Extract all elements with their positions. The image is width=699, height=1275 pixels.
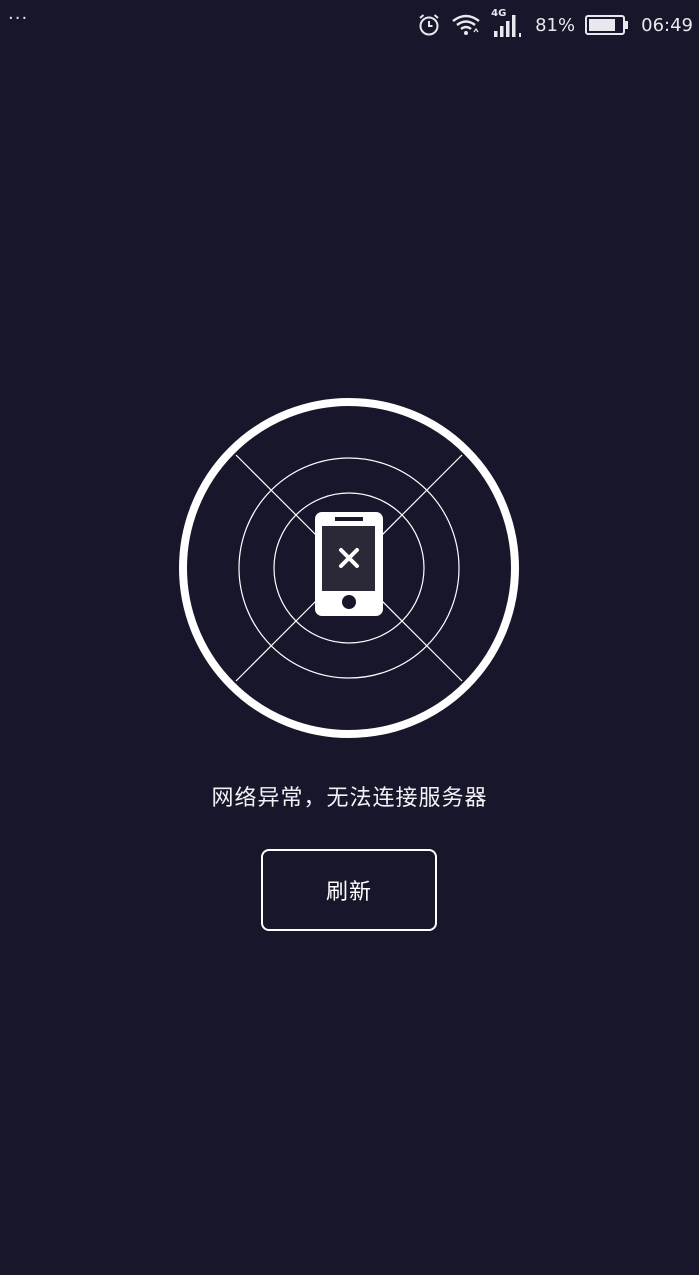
status-time: 06:49 — [641, 14, 693, 36]
diagonal-line — [375, 454, 463, 542]
status-icons: 4G 81% 06:49 — [417, 8, 693, 40]
status-bar: ··· 4G 81% 06:49 — [0, 0, 699, 48]
error-message: 网络异常，无法连接服务器 — [211, 786, 488, 811]
diagonal-line — [235, 594, 323, 682]
refresh-button[interactable]: 刷新 — [261, 849, 437, 931]
alarm-icon — [419, 14, 439, 36]
phone-disconnected-icon — [315, 512, 383, 616]
wifi-icon — [452, 14, 480, 35]
menu-dots-icon[interactable]: ··· — [8, 10, 28, 28]
diagonal-line — [235, 454, 323, 542]
diagonal-line — [375, 594, 463, 682]
network-error-illustration — [179, 398, 519, 738]
cellular-signal-icon: 4G — [491, 8, 525, 39]
battery-icon — [585, 15, 629, 35]
battery-percent: 81% — [535, 14, 576, 36]
